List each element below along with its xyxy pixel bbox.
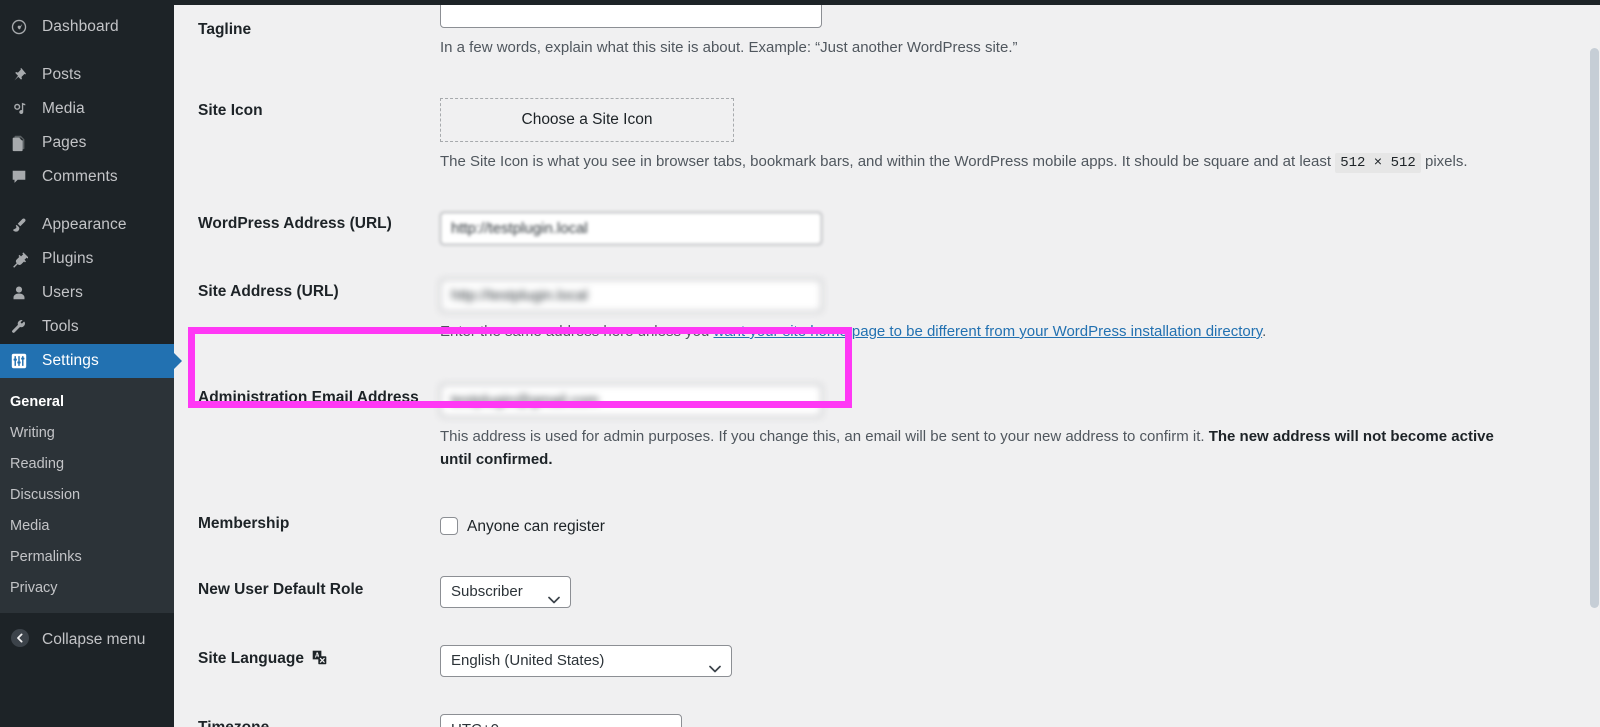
new-user-role-select-wrap: Subscriber (440, 575, 571, 608)
row-wordpress-address: WordPress Address (URL) (174, 190, 1600, 260)
sidebar-item-label: Comments (42, 168, 118, 185)
label-new-user-role: New User Default Role (198, 580, 364, 598)
sidebar-item-label: Appearance (42, 216, 127, 233)
sidebar-item-label: Users (42, 284, 83, 301)
sidebar-separator (0, 44, 174, 58)
site-language-select-wrap: English (United States) (440, 644, 732, 677)
sidebar-item-media[interactable]: Media (0, 92, 174, 126)
site-address-description-after: . (1262, 322, 1267, 340)
pages-icon (10, 134, 36, 152)
choose-site-icon-button[interactable]: Choose a Site Icon (440, 98, 734, 143)
media-icon (10, 100, 36, 118)
user-icon (10, 284, 36, 302)
sidebar-item-posts[interactable]: Posts (0, 58, 174, 92)
submenu-item-discussion[interactable]: Discussion (0, 480, 174, 511)
settings-submenu: General Writing Reading Discussion Media… (0, 378, 174, 613)
admin-email-input[interactable] (440, 384, 822, 418)
comments-icon (10, 168, 36, 186)
new-user-role-select[interactable]: Subscriber (440, 575, 571, 608)
site-icon-description-before: The Site Icon is what you see in browser… (440, 153, 1332, 171)
collapse-arrow-icon (10, 628, 36, 653)
tagline-description: In a few words, explain what this site i… (440, 39, 1018, 56)
sidebar-item-users[interactable]: Users (0, 276, 174, 310)
admin-sidebar: Dashboard Posts Media Pages Comments App… (0, 0, 182, 727)
submenu-item-writing[interactable]: Writing (0, 418, 174, 449)
sidebar-separator (0, 194, 174, 208)
sidebar-item-comments[interactable]: Comments (0, 160, 174, 194)
row-timezone: Timezone UTC+0 (174, 692, 1600, 727)
sidebar-item-label: Pages (42, 134, 87, 151)
label-site-address: Site Address (URL) (198, 282, 339, 300)
row-tagline: Tagline In a few words, explain what thi… (174, 0, 1600, 74)
submenu-item-media[interactable]: Media (0, 511, 174, 542)
site-icon-description: The Site Icon is what you see in browser… (440, 150, 1590, 175)
row-site-icon: Site Icon Choose a Site Icon The Site Ic… (174, 74, 1600, 190)
collapse-menu-label: Collapse menu (42, 631, 146, 648)
pin-icon (10, 66, 36, 84)
row-new-user-role: New User Default Role Subscriber (174, 554, 1600, 623)
site-icon-description-after: pixels. (1425, 153, 1468, 171)
submenu-item-permalinks[interactable]: Permalinks (0, 542, 174, 573)
site-address-description-before: Enter the same address here unless you (440, 322, 710, 340)
anyone-can-register-checkbox[interactable] (440, 517, 458, 536)
plug-icon (10, 250, 36, 268)
collapse-menu-button[interactable]: Collapse menu (0, 623, 174, 657)
site-icon-dimension-code: 512 × 512 (1335, 153, 1421, 174)
row-site-address: Site Address (URL) Enter the same addres… (174, 260, 1600, 358)
sidebar-item-label: Media (42, 100, 85, 117)
admin-email-description: This address is used for admin purposes.… (440, 425, 1515, 472)
sidebar-menu: Dashboard Posts Media Pages Comments App… (0, 10, 182, 378)
sidebar-item-plugins[interactable]: Plugins (0, 242, 174, 276)
wrench-icon (10, 318, 36, 336)
site-address-description: Enter the same address here unless you w… (440, 320, 1590, 343)
site-language-select[interactable]: English (United States) (440, 644, 732, 677)
scrollbar-thumb[interactable] (1590, 48, 1599, 608)
sidebar-item-label: Plugins (42, 250, 94, 267)
sidebar-item-label: Settings (42, 352, 99, 369)
label-admin-email: Administration Email Address (198, 389, 419, 407)
label-membership: Membership (198, 514, 290, 532)
sidebar-item-label: Tools (42, 318, 79, 335)
label-site-language: Site Language (174, 623, 440, 692)
sidebar-item-tools[interactable]: Tools (0, 310, 174, 344)
sidebar-item-pages[interactable]: Pages (0, 126, 174, 160)
sidebar-item-label: Posts (42, 66, 82, 83)
translation-icon (311, 649, 328, 672)
wordpress-admin-screen: Dashboard Posts Media Pages Comments App… (0, 0, 1600, 727)
timezone-select[interactable]: UTC+0 (440, 713, 682, 727)
site-language-label-text: Site Language (198, 649, 304, 667)
admin-email-description-before: This address is used for admin purposes.… (440, 428, 1205, 446)
sidebar-item-settings[interactable]: Settings (0, 344, 182, 378)
submenu-item-reading[interactable]: Reading (0, 449, 174, 480)
row-site-language: Site Language English (United States) (174, 623, 1600, 692)
label-site-icon: Site Icon (198, 102, 263, 120)
submenu-item-privacy[interactable]: Privacy (0, 573, 174, 604)
dashboard-icon (10, 18, 36, 36)
installation-directory-link[interactable]: want your site home page to be different… (714, 323, 1263, 340)
site-address-input[interactable] (440, 278, 822, 312)
admin-bar (0, 0, 1600, 5)
anyone-can-register-label[interactable]: Anyone can register (467, 515, 605, 538)
label-tagline: Tagline (198, 21, 252, 38)
settings-general-form: Tagline In a few words, explain what thi… (174, 0, 1600, 727)
label-timezone: Timezone (174, 692, 440, 727)
settings-table: Tagline In a few words, explain what thi… (174, 0, 1600, 727)
settings-icon (10, 352, 36, 370)
sidebar-item-dashboard[interactable]: Dashboard (0, 10, 174, 44)
membership-checkbox-row: Anyone can register (440, 515, 1590, 538)
row-admin-email: Administration Email Address This addres… (174, 358, 1600, 487)
row-membership: Membership Anyone can register (174, 487, 1600, 554)
sidebar-item-label: Dashboard (42, 18, 119, 35)
timezone-select-wrap: UTC+0 (440, 713, 682, 727)
submenu-item-general[interactable]: General (0, 387, 174, 418)
brush-icon (10, 216, 36, 234)
sidebar-item-appearance[interactable]: Appearance (0, 208, 174, 242)
wordpress-address-input[interactable] (440, 211, 822, 245)
label-wordpress-address: WordPress Address (URL) (198, 214, 392, 232)
